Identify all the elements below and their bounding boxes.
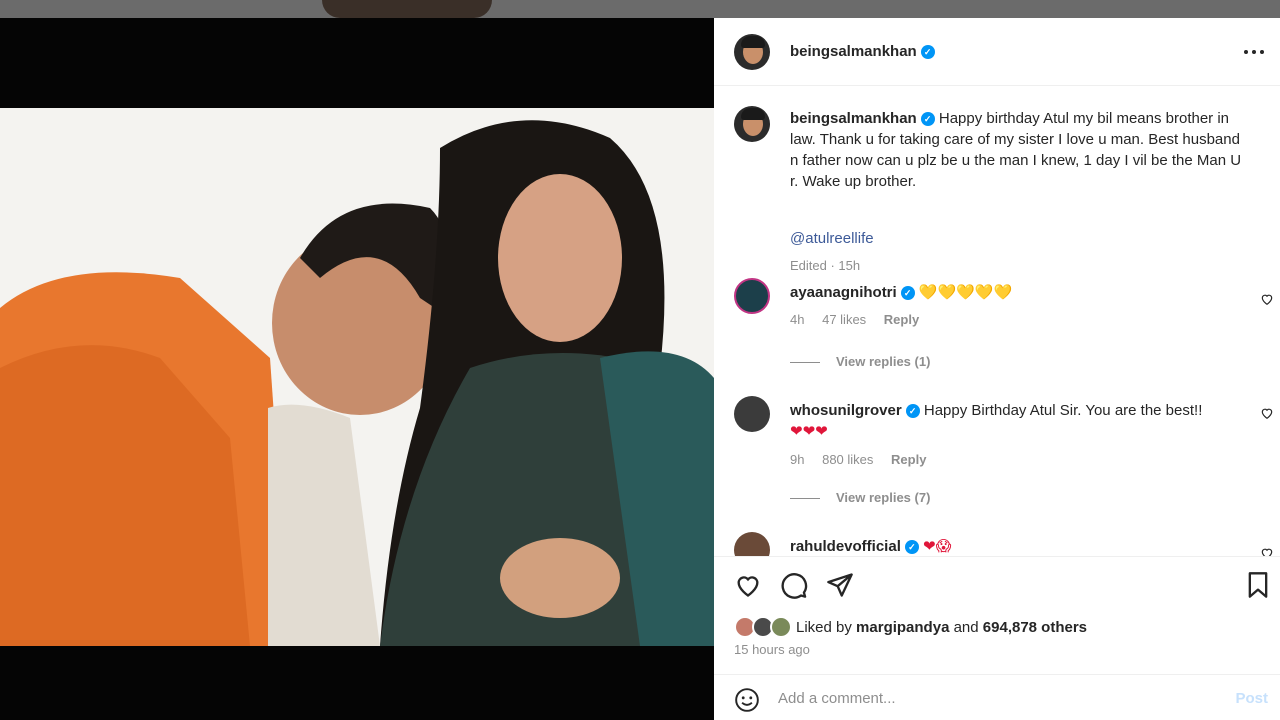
post-media-area — [0, 18, 714, 720]
likes-and: and — [953, 618, 979, 636]
likes-summary: Liked by margipandya and 694,878 others — [734, 616, 1087, 638]
comment-emojis: 💛💛💛💛💛 — [918, 283, 1013, 301]
emoji-smiley-icon[interactable] — [734, 687, 760, 713]
comment-like-heart-icon[interactable] — [1260, 406, 1274, 420]
comment-like-heart-icon[interactable] — [1260, 546, 1274, 556]
add-comment-bar: Add a comment... Post — [714, 674, 1280, 720]
comment-likes[interactable]: 47 likes — [822, 312, 866, 327]
top-photo-peek — [322, 0, 492, 18]
commenter-avatar[interactable] — [734, 396, 770, 432]
comment-reply-button[interactable]: Reply — [891, 452, 926, 467]
comment-text: ayaanagnihotri ✓ 💛💛💛💛💛 — [790, 282, 1230, 303]
verified-badge-icon: ✓ — [920, 45, 935, 60]
comment-username[interactable]: ayaanagnihotri — [790, 284, 897, 301]
post-header: beingsalmankhan ✓ — [714, 18, 1280, 86]
comment-time: 9h — [790, 452, 805, 467]
comment-text: whosunilgrover ✓ Happy Birthday Atul Sir.… — [790, 400, 1230, 442]
liker-avatars[interactable] — [734, 616, 794, 638]
top-bar — [0, 0, 1280, 18]
post-actions-bar — [714, 556, 1280, 618]
comment-emojis: ❤❤❤ — [790, 422, 828, 440]
caption-username[interactable]: beingsalmankhan — [790, 110, 917, 127]
verified-badge-icon: ✓ — [900, 286, 915, 301]
author-avatar[interactable] — [734, 33, 770, 70]
commenter-avatar[interactable] — [734, 532, 770, 556]
author-username[interactable]: beingsalmankhan ✓ — [790, 43, 935, 60]
likes-user[interactable]: margipandya — [856, 619, 949, 636]
post-side-panel: beingsalmankhan ✓ beingsalmankhan ✓ Happy … — [714, 18, 1280, 720]
comment-meta: 9h 880 likes Reply — [790, 452, 940, 467]
comment-like-heart-icon[interactable] — [1260, 292, 1274, 306]
comment-username[interactable]: whosunilgrover — [790, 402, 902, 419]
verified-badge-icon: ✓ — [905, 404, 920, 419]
likes-prefix: Liked by — [796, 618, 852, 636]
caption-body: beingsalmankhan ✓ Happy birthday Atul my … — [790, 108, 1250, 192]
comment-emojis: ❤😱 — [923, 537, 952, 555]
comment-username[interactable]: rahuldevofficial — [790, 538, 901, 555]
caption-mention-link[interactable]: @atulreellife — [790, 230, 874, 247]
more-options-icon[interactable] — [1242, 40, 1266, 64]
caption-edited-meta: Edited · 15h — [790, 258, 861, 273]
likes-count[interactable]: 694,878 others — [983, 619, 1087, 636]
add-comment-input[interactable]: Add a comment... — [778, 690, 896, 707]
view-replies-text[interactable]: View replies (7) — [836, 490, 930, 505]
comments-scroll-area[interactable]: beingsalmankhan ✓ Happy birthday Atul my … — [714, 86, 1280, 556]
comment-body: Happy Birthday Atul Sir. You are the bes… — [923, 402, 1203, 419]
comment-time: 4h — [790, 312, 805, 327]
post-time-ago[interactable]: 15 hours ago — [734, 642, 810, 657]
post-photo-illustration — [0, 108, 714, 646]
view-replies-text[interactable]: View replies (1) — [836, 354, 930, 369]
verified-badge-icon: ✓ — [904, 540, 919, 555]
view-replies-button[interactable]: View replies (7) — [790, 490, 930, 505]
share-paper-plane-icon[interactable] — [826, 571, 854, 599]
caption-avatar[interactable] — [734, 106, 770, 142]
verified-badge-icon: ✓ — [920, 112, 935, 127]
comment-likes[interactable]: 880 likes — [822, 452, 873, 467]
comment-meta: 4h 47 likes Reply — [790, 312, 933, 327]
comment-text: rahuldevofficial ✓ ❤😱 — [790, 536, 1230, 556]
comment-reply-button[interactable]: Reply — [884, 312, 919, 327]
like-heart-icon[interactable] — [734, 571, 762, 599]
comment-bubble-icon[interactable] — [780, 571, 808, 599]
post-photo[interactable] — [0, 108, 714, 646]
author-username-text[interactable]: beingsalmankhan — [790, 43, 917, 60]
post-comment-button[interactable]: Post — [1235, 690, 1268, 707]
save-bookmark-icon[interactable] — [1244, 571, 1272, 599]
commenter-avatar[interactable] — [734, 278, 770, 314]
view-replies-button[interactable]: View replies (1) — [790, 354, 930, 369]
